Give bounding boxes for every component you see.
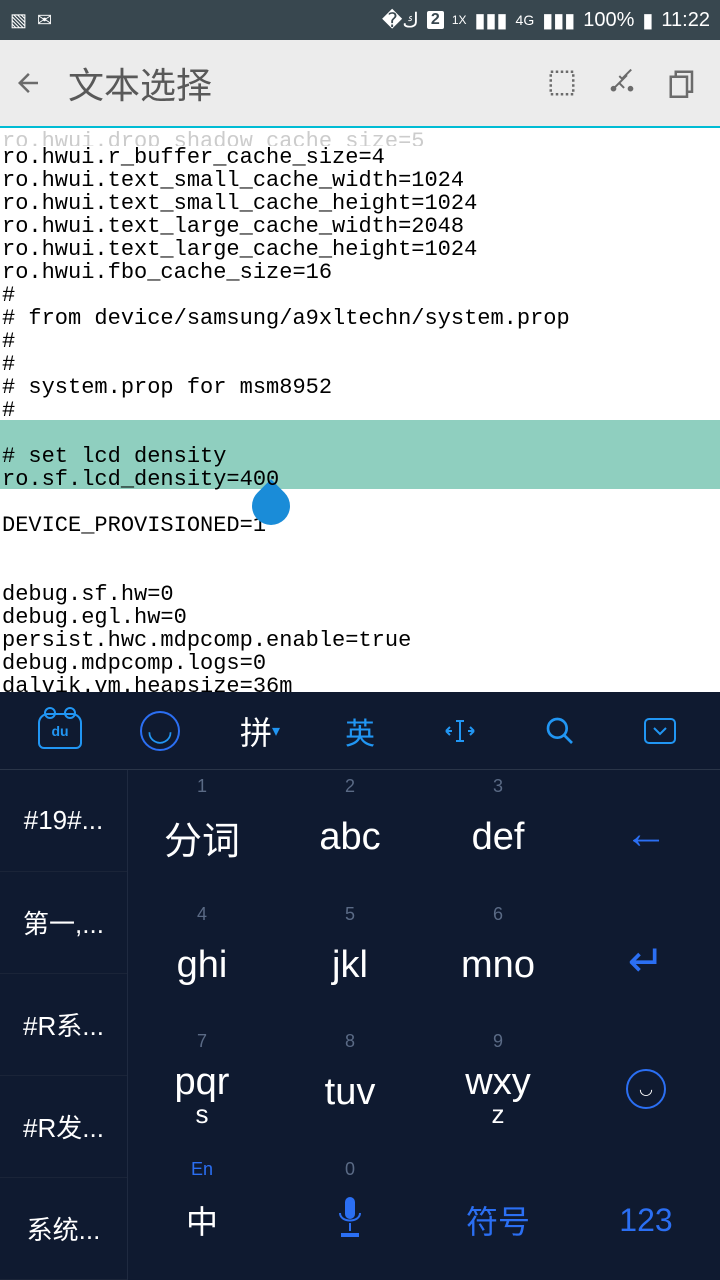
page-title: 文本选择 (68, 57, 524, 109)
editor-line[interactable]: # (2, 353, 720, 376)
collapse-keyboard-button[interactable] (620, 716, 700, 746)
editor-line[interactable] (2, 422, 720, 445)
key-def[interactable]: 3def (424, 770, 572, 898)
signal-icon-1: ▮▮▮ (475, 8, 508, 33)
key-分词[interactable]: 1分词 (128, 770, 276, 898)
baidu-logo-button[interactable]: du (20, 713, 100, 749)
candidate-item[interactable]: 系统... (0, 1178, 127, 1280)
back-button[interactable] (8, 63, 48, 103)
key-abc[interactable]: 2abc (276, 770, 424, 898)
emoji-button[interactable]: ◡ (120, 711, 200, 751)
pinyin-mode-button[interactable]: 拼▾ (220, 708, 300, 754)
english-mode-button[interactable]: 英 (320, 709, 400, 753)
editor-line[interactable]: dalvik.vm.heapsize=36m (2, 675, 720, 692)
battery-percent: 100% (583, 9, 634, 32)
editor-line[interactable]: ro.hwui.drop_shadow_cache_size=5 (2, 130, 720, 146)
key-pqr[interactable]: 7pqrs (128, 1025, 276, 1153)
key-voice[interactable]: 0 (276, 1153, 424, 1280)
key-tuv[interactable]: 8tuv (276, 1025, 424, 1153)
app-toolbar: 文本选择 (0, 40, 720, 128)
editor-line[interactable]: # (2, 399, 720, 422)
editor-line[interactable]: debug.egl.hw=0 (2, 606, 720, 629)
editor-line[interactable]: ro.hwui.text_small_cache_height=1024 (2, 192, 720, 215)
cursor-mode-button[interactable] (420, 717, 500, 745)
editor-line[interactable]: # from device/samsung/a9xltechn/system.p… (2, 307, 720, 330)
editor-line[interactable]: ro.hwui.text_large_cache_width=2048 (2, 215, 720, 238)
editor-line[interactable] (2, 560, 720, 583)
key-wxy[interactable]: 9wxyz (424, 1025, 572, 1153)
key-中[interactable]: En中 (128, 1153, 276, 1280)
clock: 11:22 (661, 9, 710, 32)
key-grid: 1分词2abc3def← 4ghi5jkl6mno↵ 7pqrs8tuv9wxyz◡… (128, 770, 720, 1280)
candidate-sidebar: #19#...第一,...#R系...#R发...系统... (0, 770, 128, 1280)
editor-line[interactable]: debug.mdpcomp.logs=0 (2, 652, 720, 675)
signal-icon-2: ▮▮▮ (542, 8, 575, 33)
network-1x: 1X (452, 13, 467, 27)
editor-line[interactable]: # system.prop for msm8952 (2, 376, 720, 399)
candidate-item[interactable]: #R发... (0, 1076, 127, 1178)
editor-line[interactable]: ro.hwui.text_large_cache_height=1024 (2, 238, 720, 261)
battery-icon: ▮ (642, 8, 653, 33)
wifi-icon: �ك (382, 8, 419, 33)
key-backspace[interactable]: ← (572, 770, 720, 898)
text-editor[interactable]: ro.hwui.drop_shadow_cache_size=5ro.hwui.… (0, 128, 720, 692)
key-ghi[interactable]: 4ghi (128, 898, 276, 1026)
editor-line[interactable]: # (2, 330, 720, 353)
keyboard-toolbar: du ◡ 拼▾ 英 (0, 692, 720, 770)
candidate-item[interactable]: #R系... (0, 974, 127, 1076)
editor-line[interactable]: debug.sf.hw=0 (2, 583, 720, 606)
key-123[interactable]: 123 (572, 1153, 720, 1280)
key-enter[interactable]: ↵ (572, 898, 720, 1026)
editor-line[interactable]: # set lcd density (2, 445, 720, 468)
soft-keyboard: du ◡ 拼▾ 英 #19#...第一,...#R系...#R发...系统...… (0, 692, 720, 1280)
copy-button[interactable] (664, 65, 700, 101)
key-emoji[interactable]: ◡ (572, 1025, 720, 1153)
candidate-item[interactable]: #19#... (0, 770, 127, 872)
editor-line[interactable]: # (2, 284, 720, 307)
key-jkl[interactable]: 5jkl (276, 898, 424, 1026)
editor-line[interactable] (2, 491, 720, 514)
mail-icon: ✉ (37, 10, 52, 31)
image-icon: ▧ (10, 10, 27, 31)
sim-indicator: 2 (427, 11, 444, 29)
select-all-button[interactable] (544, 65, 580, 101)
cut-button[interactable] (604, 65, 640, 101)
editor-line[interactable]: ro.sf.lcd_density=400 (2, 468, 720, 491)
editor-line[interactable]: ro.hwui.text_small_cache_width=1024 (2, 169, 720, 192)
editor-line[interactable]: persist.hwc.mdpcomp.enable=true (2, 629, 720, 652)
key-mno[interactable]: 6mno (424, 898, 572, 1026)
status-bar: ▧ ✉ �ك 2 1X ▮▮▮ 4G ▮▮▮ 100% ▮ 11:22 (0, 0, 720, 40)
search-button[interactable] (520, 715, 600, 747)
candidate-item[interactable]: 第一,... (0, 872, 127, 974)
editor-line[interactable] (2, 537, 720, 560)
editor-line[interactable]: DEVICE_PROVISIONED=1 (2, 514, 720, 537)
network-4g: 4G (516, 12, 535, 28)
editor-line[interactable]: ro.hwui.fbo_cache_size=16 (2, 261, 720, 284)
editor-line[interactable]: ro.hwui.r_buffer_cache_size=4 (2, 146, 720, 169)
key-符号[interactable]: 符号 (424, 1153, 572, 1280)
